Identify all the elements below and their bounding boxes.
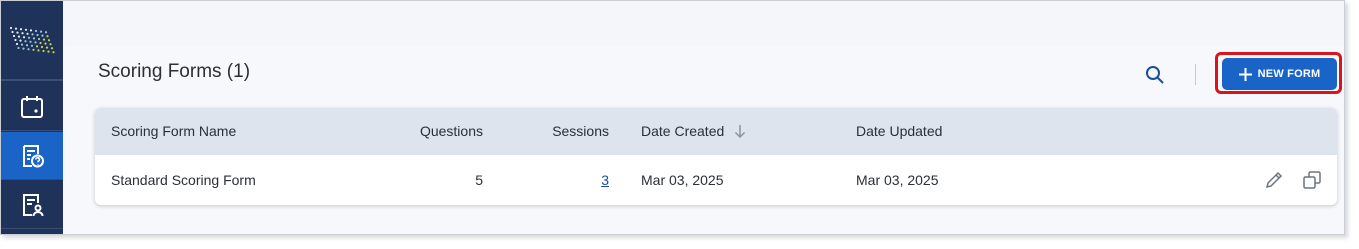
calendar-icon [21,95,43,118]
search-button[interactable] [1143,63,1167,87]
top-strip [63,1,1344,45]
form-question-icon [23,144,44,167]
logo[interactable] [1,1,63,81]
pencil-icon [1265,171,1283,189]
table-header: Scoring Form Name Questions Sessions Dat… [95,108,1337,155]
plus-icon [1238,67,1252,81]
column-header-date-updated[interactable]: Date Updated [856,123,942,139]
dot-grid-logo-icon [9,26,55,54]
new-form-label: NEW FORM [1257,68,1321,80]
cell-date-created: Mar 03, 2025 [641,172,724,188]
main-content: Scoring Forms (1) NEW FORM Scoring Form … [63,1,1344,234]
column-header-date-created-label: Date Created [641,123,725,139]
column-header-date-created[interactable]: Date Created [641,123,746,139]
sidebar-item-scoring-forms[interactable] [1,132,63,180]
cell-sessions: 3 [515,172,609,188]
sidebar-item-calendar[interactable] [1,83,63,131]
sessions-link[interactable]: 3 [601,172,609,188]
toolbar-divider [1195,64,1196,85]
column-header-sessions[interactable]: Sessions [515,123,609,139]
column-header-name[interactable]: Scoring Form Name [111,123,236,139]
scoring-forms-table: Scoring Form Name Questions Sessions Dat… [95,108,1337,205]
sort-descending-icon [735,125,746,139]
column-header-questions[interactable]: Questions [395,123,483,139]
duplicate-button[interactable] [1301,169,1323,196]
search-icon [1146,66,1164,84]
cell-questions: 5 [475,172,483,188]
sidebar-item-evaluations[interactable] [1,181,63,229]
form-person-icon [23,193,44,216]
edit-button[interactable] [1263,169,1285,196]
page-title: Scoring Forms (1) [98,61,251,82]
cell-date-updated: Mar 03, 2025 [856,172,939,188]
cell-form-name: Standard Scoring Form [111,172,256,188]
sidebar [1,1,63,234]
app-window: Scoring Forms (1) NEW FORM Scoring Form … [0,0,1345,235]
copy-icon [1303,171,1321,189]
new-form-button[interactable]: NEW FORM [1222,58,1337,90]
